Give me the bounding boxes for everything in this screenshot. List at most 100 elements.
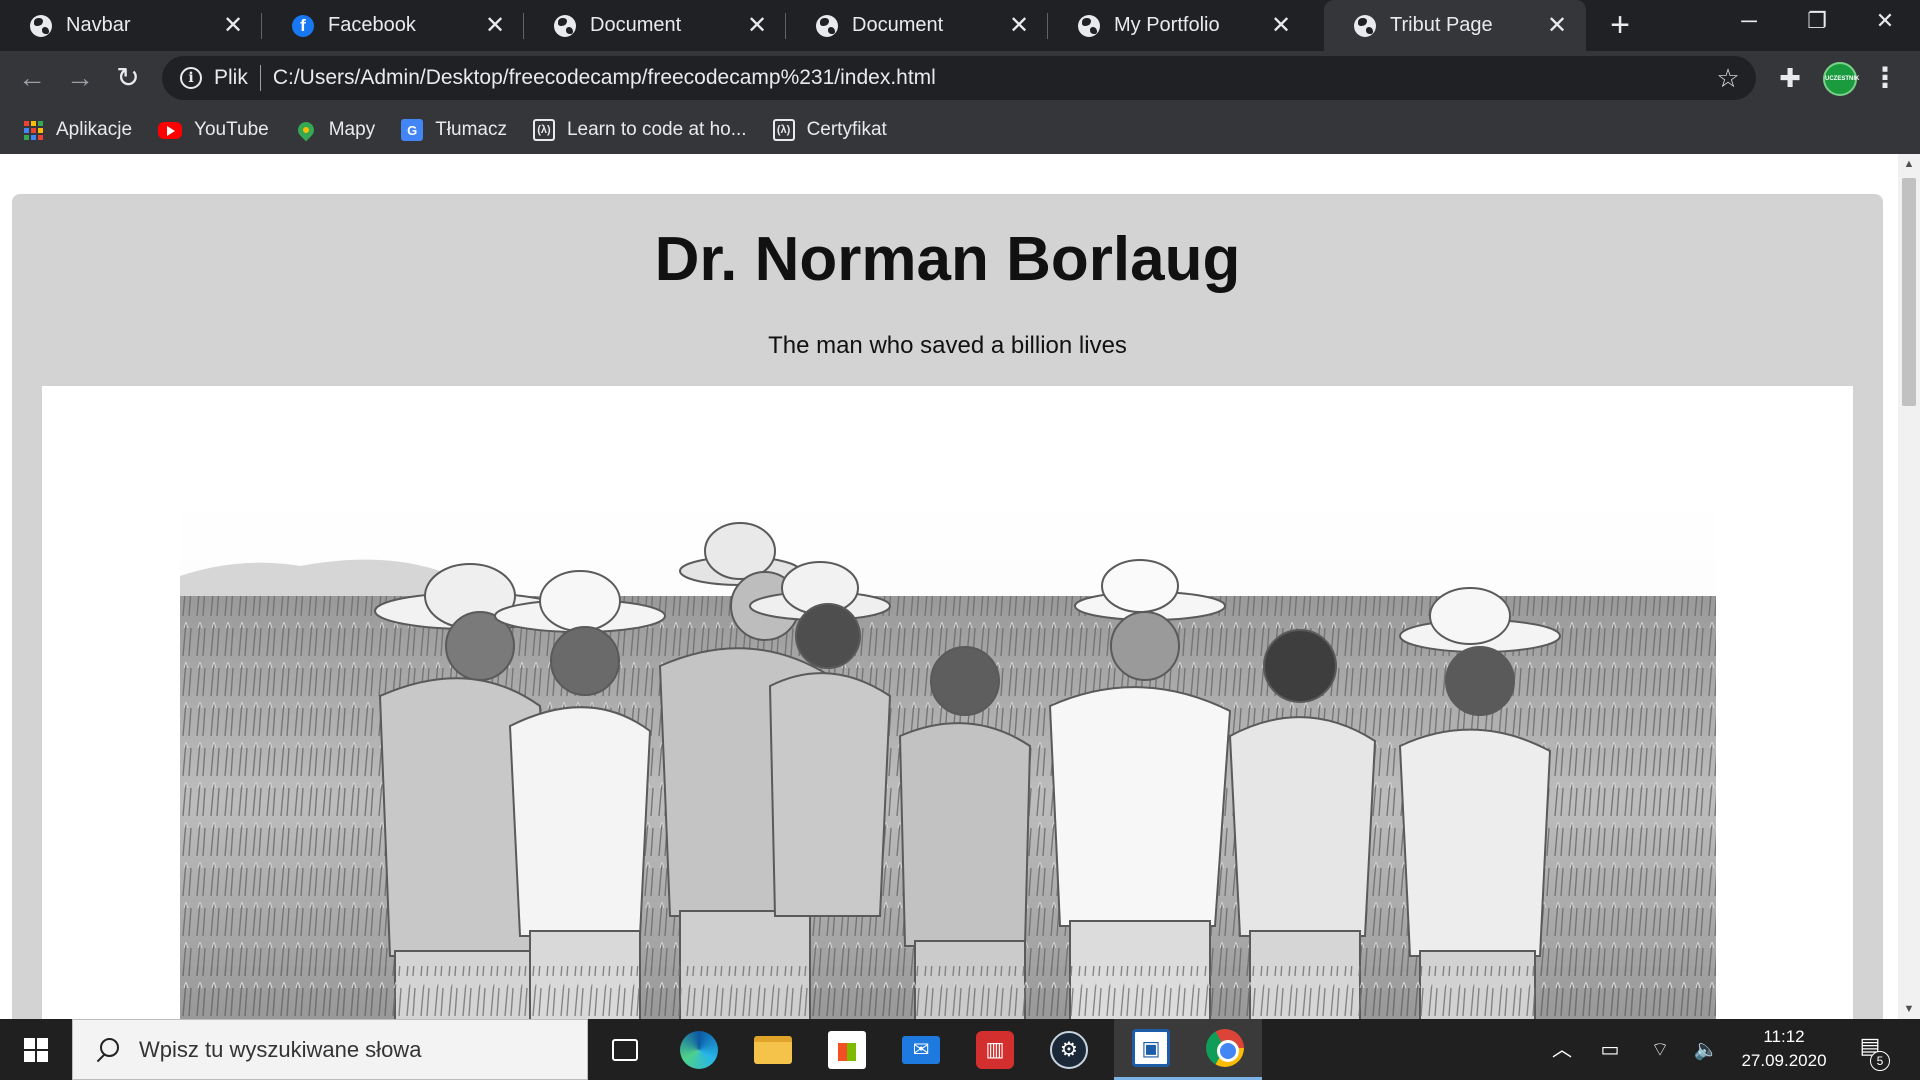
tab-label: My Portfolio — [1114, 14, 1220, 36]
taskbar-snip[interactable]: ▣ — [1114, 1019, 1188, 1080]
globe-icon — [30, 14, 52, 37]
scheme-label: Plik — [214, 66, 248, 89]
forward-button[interactable]: → — [60, 59, 100, 99]
bookmark-certyfikat[interactable]: (λ) Certyfikat — [772, 112, 887, 148]
tab-label: Facebook — [328, 14, 416, 36]
photo-illustration — [180, 496, 1716, 1019]
tab-facebook[interactable]: f Facebook ✕ — [262, 0, 524, 51]
wifi-icon[interactable]: ⌔ — [1646, 1037, 1674, 1063]
tribute-photo — [180, 496, 1716, 1019]
address-bar[interactable]: i Plik C:/Users/Admin/Desktop/freecodeca… — [162, 56, 1756, 100]
tribute-container: Dr. Norman Borlaug The man who saved a b… — [12, 194, 1883, 1019]
scroll-thumb[interactable] — [1902, 178, 1916, 406]
back-button[interactable]: ← — [12, 59, 52, 99]
url-text[interactable]: C:/Users/Admin/Desktop/freecodecamp/free… — [273, 66, 1708, 90]
taskbar-edge[interactable] — [662, 1019, 736, 1080]
battery-icon[interactable]: ▭ — [1596, 1037, 1624, 1063]
tab-document-1[interactable]: Document ✕ — [524, 0, 786, 51]
globe-icon — [816, 14, 838, 37]
tab-label: Document — [852, 14, 944, 36]
facebook-icon: f — [292, 14, 314, 37]
volume-icon[interactable]: 🔈 — [1692, 1037, 1720, 1063]
search-icon — [93, 1036, 121, 1064]
taskbar-store[interactable] — [810, 1019, 884, 1080]
bookmark-label: Certyfikat — [806, 119, 887, 140]
youtube-icon — [158, 121, 183, 139]
scroll-up-arrow-icon[interactable]: ▲ — [1898, 154, 1920, 174]
maps-pin-icon — [294, 118, 318, 142]
bookmark-maps[interactable]: Mapy — [294, 112, 375, 148]
info-icon[interactable]: i — [180, 67, 202, 89]
close-tab-icon[interactable]: ✕ — [1004, 11, 1034, 40]
tab-strip: Navbar ✕ f Facebook ✕ Document ✕ Documen… — [0, 0, 1920, 51]
bookmark-label: YouTube — [194, 119, 269, 140]
globe-icon — [554, 14, 576, 37]
close-tab-icon[interactable]: ✕ — [1542, 11, 1572, 40]
close-tab-icon[interactable]: ✕ — [480, 11, 510, 40]
freecodecamp-icon: (λ) — [772, 119, 795, 141]
file-explorer-icon — [754, 1035, 792, 1064]
bookmark-learn-to-code[interactable]: (λ) Learn to code at ho... — [532, 112, 747, 148]
bookmark-translate[interactable]: G Tłumacz — [401, 112, 507, 148]
tab-document-2[interactable]: Document ✕ — [786, 0, 1048, 51]
scroll-down-arrow-icon[interactable]: ▼ — [1898, 999, 1920, 1019]
taskbar-clock[interactable]: 11:12 27.09.2020 — [1724, 1025, 1844, 1073]
window-close-button[interactable]: ✕ — [1850, 0, 1920, 44]
page-subtitle: The man who saved a billion lives — [768, 332, 1127, 359]
task-view-icon — [612, 1038, 638, 1061]
bookmark-label: Learn to code at ho... — [566, 119, 747, 140]
notification-count-badge: 5 — [1870, 1051, 1890, 1071]
image-frame — [42, 386, 1853, 1019]
reload-button[interactable]: ↻ — [108, 59, 148, 99]
show-hidden-icons-chevron-icon[interactable]: ︿ — [1548, 1037, 1576, 1063]
profile-avatar[interactable]: UCZESTNIK — [1823, 62, 1859, 96]
browser-toolbar: ← → ↻ i Plik C:/Users/Admin/Desktop/free… — [0, 51, 1920, 106]
google-translate-icon: G — [401, 119, 424, 141]
clock-date: 27.09.2020 — [1741, 1051, 1827, 1070]
page-title: Dr. Norman Borlaug — [654, 225, 1241, 294]
taskbar-chrome[interactable] — [1188, 1019, 1262, 1080]
search-placeholder: Wpisz tu wyszukiwane słowa — [139, 1036, 422, 1062]
bookmark-star-icon[interactable]: ☆ — [1708, 63, 1748, 94]
close-tab-icon[interactable]: ✕ — [742, 11, 772, 40]
apps-grid-icon — [22, 119, 44, 141]
snipping-tool-icon: ▣ — [1132, 1029, 1170, 1067]
bookmark-label: Aplikacje — [56, 119, 133, 140]
taskbar-search[interactable]: Wpisz tu wyszukiwane słowa — [72, 1019, 588, 1080]
address-separator — [259, 65, 261, 91]
close-tab-icon[interactable]: ✕ — [218, 11, 248, 40]
bookmark-youtube[interactable]: YouTube — [158, 112, 269, 148]
bookmarks-bar: Aplikacje YouTube Mapy G Tłumacz (λ) Lea… — [0, 106, 1920, 154]
tab-label: Tribut Page — [1390, 14, 1493, 36]
browser-menu-icon[interactable]: ⋮ — [1870, 61, 1900, 97]
globe-icon — [1354, 14, 1376, 37]
bookmark-label: Tłumacz — [435, 119, 507, 140]
tab-label: Document — [590, 14, 682, 36]
page-scrollbar[interactable]: ▲ ▼ — [1898, 154, 1920, 1019]
reader-book-icon: ▥ — [976, 1030, 1014, 1069]
taskbar-mail[interactable]: ✉ — [884, 1019, 958, 1080]
close-tab-icon[interactable]: ✕ — [1266, 11, 1296, 40]
bookmark-apps[interactable]: Aplikacje — [22, 112, 132, 148]
taskbar-task-view[interactable] — [588, 1019, 662, 1080]
tab-my-portfolio[interactable]: My Portfolio ✕ — [1048, 0, 1310, 51]
windows-taskbar: Wpisz tu wyszukiwane słowa ✉ ▥ ⚙ ▣ ︿ ▭ ⌔… — [0, 1019, 1920, 1080]
freecodecamp-icon: (λ) — [532, 119, 555, 141]
microsoft-store-icon — [828, 1030, 866, 1069]
tab-navbar[interactable]: Navbar ✕ — [0, 0, 262, 51]
mail-icon: ✉ — [902, 1035, 940, 1064]
chrome-icon — [1206, 1029, 1244, 1067]
start-button[interactable] — [0, 1019, 72, 1080]
clock-time: 11:12 — [1763, 1027, 1805, 1046]
taskbar-reader[interactable]: ▥ — [958, 1019, 1032, 1080]
edge-icon — [680, 1030, 718, 1069]
new-tab-button[interactable]: + — [1600, 6, 1640, 46]
taskbar-file-explorer[interactable] — [736, 1019, 810, 1080]
minimize-button[interactable]: ─ — [1714, 0, 1784, 44]
restore-button[interactable]: ❐ — [1782, 0, 1852, 44]
extensions-puzzle-icon[interactable]: ✚ — [1772, 61, 1808, 97]
taskbar-steam[interactable]: ⚙ — [1032, 1019, 1106, 1080]
globe-icon — [1078, 14, 1100, 37]
tab-tribut-page[interactable]: Tribut Page ✕ — [1324, 0, 1586, 51]
tab-label: Navbar — [66, 14, 131, 36]
